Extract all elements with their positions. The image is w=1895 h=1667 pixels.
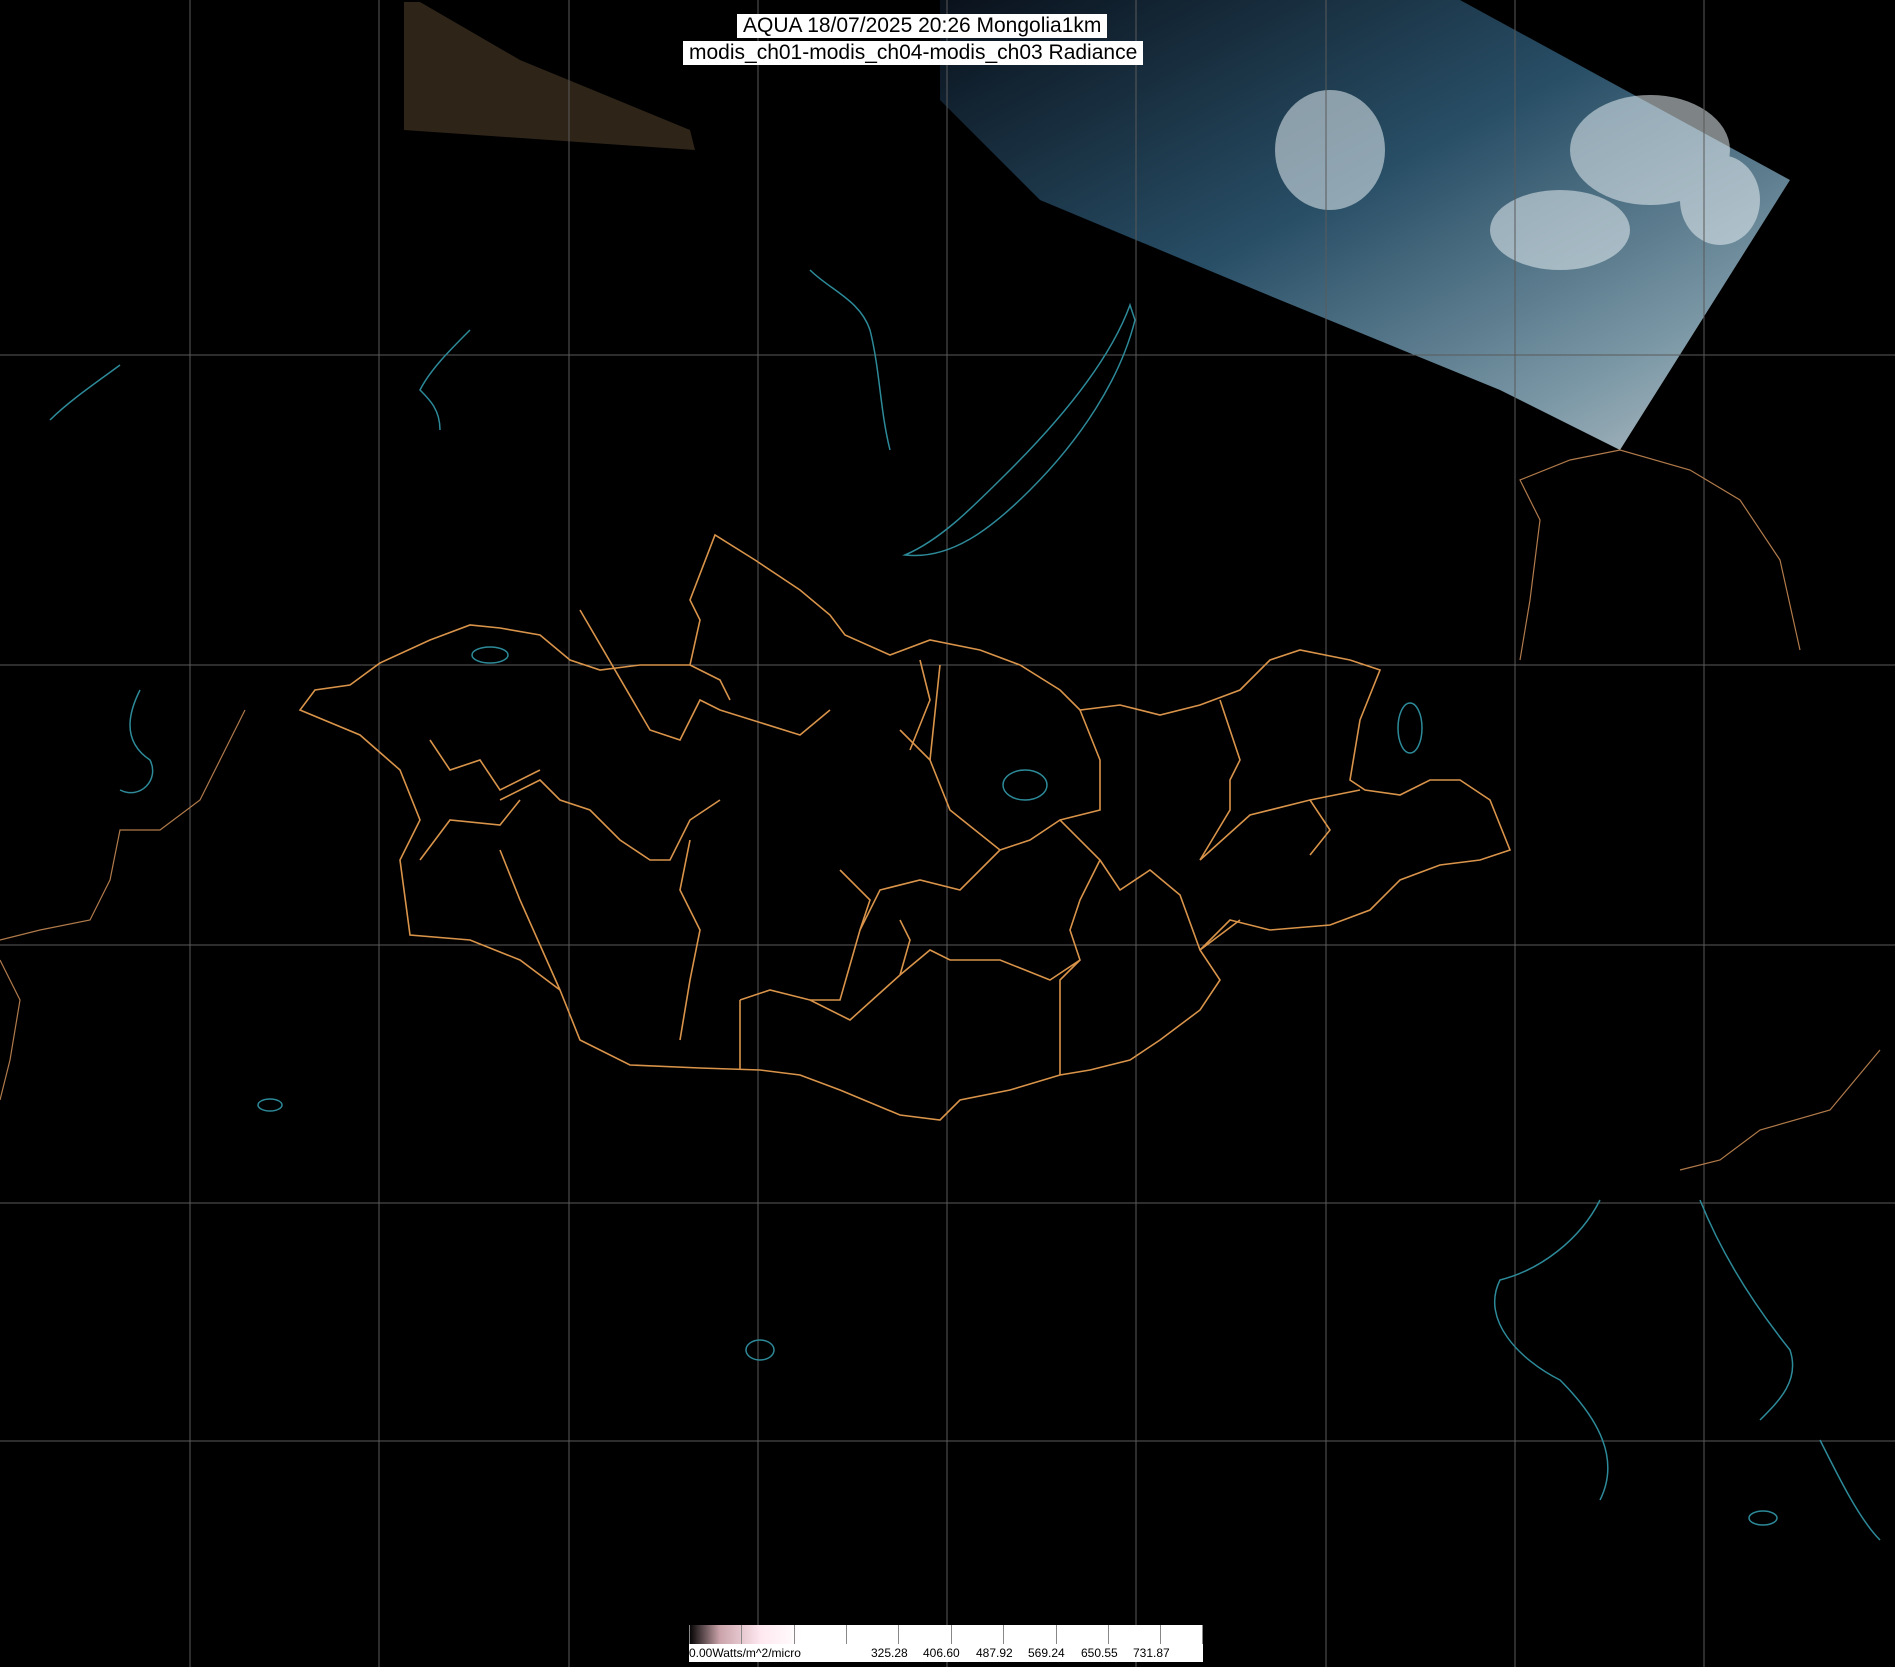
colorbar-tick (1056, 1625, 1057, 1644)
colorbar-unit-label: 0.00Watts/m^2/micro (689, 1646, 801, 1660)
satellite-swath (940, 0, 1790, 450)
colorbar-tick (1003, 1625, 1004, 1644)
data-noise-strip (404, 2, 695, 150)
colorbar-tick (951, 1625, 952, 1644)
colorbar-tick (1108, 1625, 1109, 1644)
colorbar-tick (689, 1625, 690, 1644)
colorbar-tick (741, 1625, 742, 1644)
colorbar-tick (846, 1625, 847, 1644)
colorbar-gradient (689, 1625, 1203, 1644)
colorbar-tick (1160, 1625, 1161, 1644)
coastlines-and-lakes (49, 269, 1881, 1541)
colorbar-tick-label: 406.60 (923, 1646, 960, 1660)
colorbar-tick (898, 1625, 899, 1644)
colorbar-tick-label: 569.24 (1028, 1646, 1065, 1660)
mongolia-admin-borders (298, 533, 1512, 1121)
title-line-1: AQUA 18/07/2025 20:26 Mongolia1km (737, 14, 1108, 38)
colorbar-tick-label: 487.92 (976, 1646, 1013, 1660)
colorbar-labels: 0.00Watts/m^2/micro 325.28 406.60 487.92… (689, 1644, 1203, 1662)
satellite-map (0, 0, 1895, 1667)
colorbar-tick (794, 1625, 795, 1644)
colorbar-tick-label: 731.87 (1133, 1646, 1170, 1660)
colorbar-tick-label: 325.28 (871, 1646, 908, 1660)
country-borders (0, 449, 1881, 1171)
colorbar-tick-label: 650.55 (1081, 1646, 1118, 1660)
colorbar-tick (1202, 1625, 1203, 1644)
title-line-2: modis_ch01-modis_ch04-modis_ch03 Radianc… (683, 41, 1144, 65)
colorbar-legend: 0.00Watts/m^2/micro 325.28 406.60 487.92… (689, 1625, 1203, 1667)
